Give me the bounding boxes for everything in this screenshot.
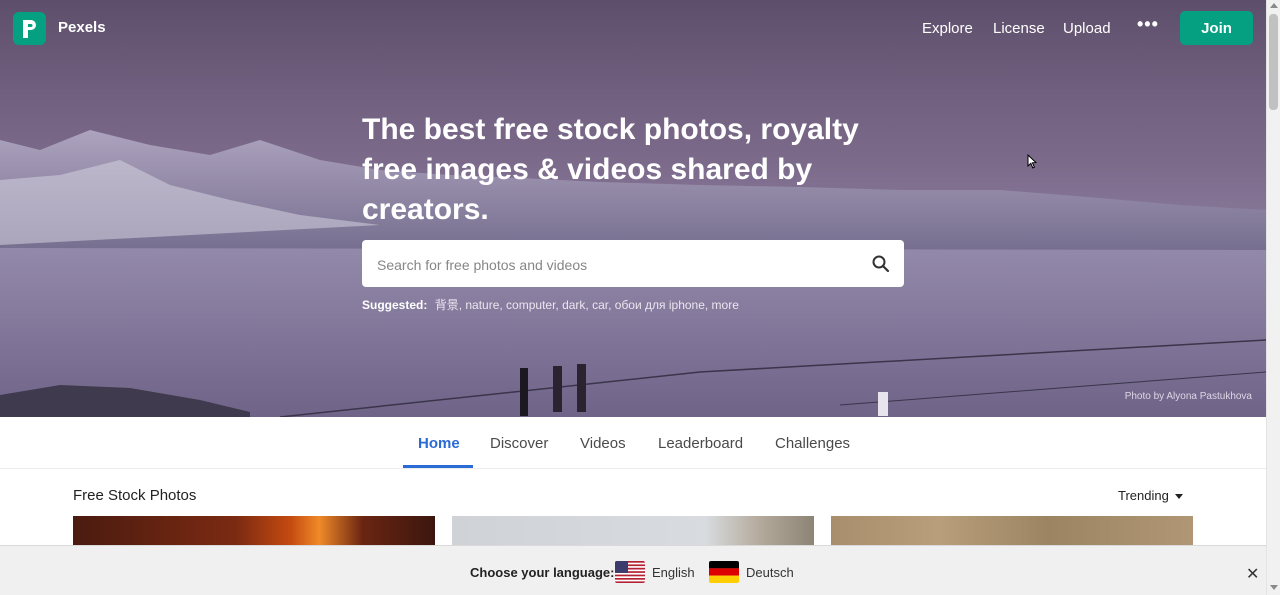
scrollbar-thumb[interactable] <box>1269 14 1278 110</box>
close-icon[interactable]: ✕ <box>1246 564 1259 584</box>
tab-challenges[interactable]: Challenges <box>775 435 850 452</box>
hero-headline: The best free stock photos, royalty free… <box>362 113 859 226</box>
language-bar: Choose your language: English Deutsch ✕ <box>0 545 1266 595</box>
de-flag-icon[interactable] <box>709 561 739 583</box>
tab-leaderboard[interactable]: Leaderboard <box>658 435 743 452</box>
active-tab-indicator <box>403 465 473 468</box>
language-deutsch[interactable]: Deutsch <box>746 565 794 580</box>
nav-license[interactable]: License <box>993 20 1045 37</box>
brand-name[interactable]: Pexels <box>58 19 106 36</box>
scroll-up-arrow-icon[interactable] <box>1270 3 1278 8</box>
sort-dropdown[interactable]: Trending <box>1118 488 1169 503</box>
pexels-logo-icon[interactable] <box>13 12 46 45</box>
nav-upload[interactable]: Upload <box>1063 20 1111 37</box>
suggested-searches: Suggested: 背景, nature, computer, dark, c… <box>362 296 739 313</box>
mouse-cursor-icon <box>1027 154 1037 169</box>
photo-credit[interactable]: Photo by Alyona Pastukhova <box>1125 391 1252 402</box>
main-tabs: Home Discover Videos Leaderboard Challen… <box>0 417 1266 469</box>
us-flag-icon[interactable] <box>615 561 645 583</box>
search-icon[interactable] <box>871 254 890 273</box>
page-scrollbar[interactable] <box>1266 0 1280 595</box>
language-prompt: Choose your language: <box>470 565 615 580</box>
chevron-down-icon[interactable] <box>1175 494 1183 499</box>
join-button[interactable]: Join <box>1180 11 1253 45</box>
tab-videos[interactable]: Videos <box>580 435 626 452</box>
suggested-label: Suggested: <box>362 298 428 312</box>
section-title: Free Stock Photos <box>73 487 197 504</box>
hero-banner: Pexels Explore License Upload ••• Join T… <box>0 0 1266 417</box>
search-bar <box>362 240 904 289</box>
suggested-links[interactable]: 背景, nature, computer, dark, car, обои дл… <box>435 298 739 312</box>
scroll-down-arrow-icon[interactable] <box>1270 585 1278 590</box>
page: Pexels Explore License Upload ••• Join T… <box>0 0 1266 595</box>
tab-home[interactable]: Home <box>418 435 460 452</box>
top-navigation: Pexels Explore License Upload ••• Join <box>0 0 1266 58</box>
language-english[interactable]: English <box>652 565 695 580</box>
more-menu-icon[interactable]: ••• <box>1137 14 1159 35</box>
nav-explore[interactable]: Explore <box>922 20 973 37</box>
search-input[interactable] <box>362 240 869 289</box>
tab-discover[interactable]: Discover <box>490 435 548 452</box>
